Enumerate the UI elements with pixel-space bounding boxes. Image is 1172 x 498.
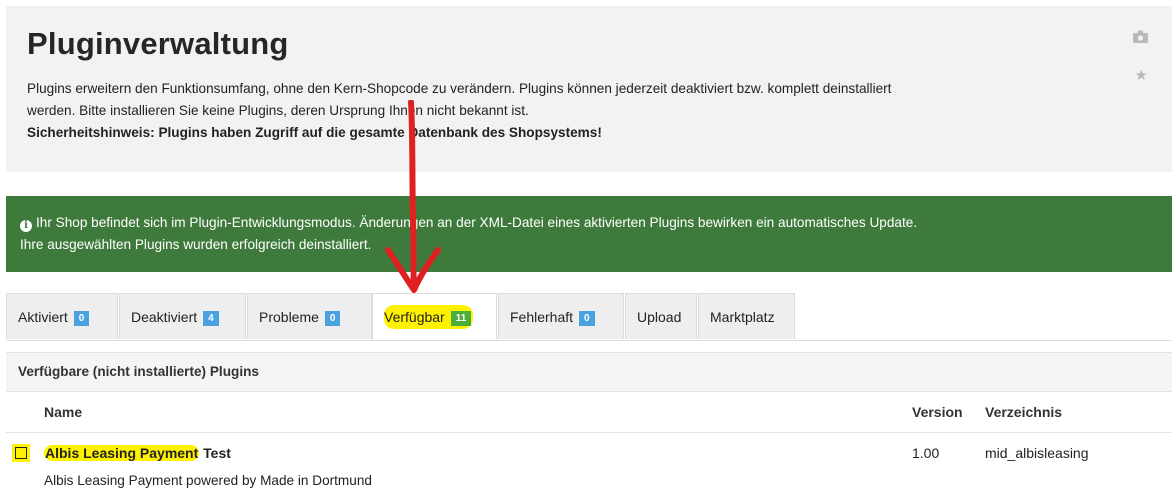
plugin-description: Albis Leasing Payment powered by Made in… (44, 473, 372, 488)
row-checkbox[interactable] (15, 447, 27, 459)
tab-aktiviert[interactable]: Aktiviert 0 (6, 293, 118, 339)
table-header-divider (6, 432, 1172, 433)
tab-label: Upload (637, 309, 682, 325)
tab-fehlerhaft[interactable]: Fehlerhaft 0 (498, 293, 624, 339)
page-description: Plugins erweitern den Funktionsumfang, o… (27, 78, 1057, 144)
plugin-name-highlighted: Albis Leasing Payment (44, 445, 200, 461)
tab-label: Verfügbar (384, 309, 445, 325)
tab-marktplatz[interactable]: Marktplatz (698, 293, 795, 339)
description-line-1: Plugins erweitern den Funktionsumfang, o… (27, 81, 892, 96)
plugin-directory: mid_albisleasing (985, 445, 1089, 461)
tab-label: Fehlerhaft (510, 309, 574, 325)
info-icon: i (20, 220, 32, 232)
description-line-2: werden. Bitte installieren Sie keine Plu… (27, 103, 529, 118)
page-header: Pluginverwaltung Plugins erweitern den F… (6, 6, 1172, 172)
count-badge: 4 (203, 311, 219, 326)
tab-verfuegbar[interactable]: Verfügbar 11 (372, 293, 497, 340)
column-header-name[interactable]: Name (44, 404, 82, 420)
tab-label: Probleme (259, 309, 319, 325)
tab-label: Deaktiviert (131, 309, 198, 325)
tab-probleme[interactable]: Probleme 0 (247, 293, 372, 339)
annotation-arrow (385, 100, 441, 293)
panel-title: Verfügbare (nicht installierte) Plugins (18, 364, 259, 379)
count-badge: 0 (73, 311, 90, 326)
tab-upload[interactable]: Upload (625, 293, 697, 339)
column-header-directory[interactable]: Verzeichnis (985, 404, 1062, 420)
tab-label: Marktplatz (710, 309, 775, 325)
panel-heading: Verfügbare (nicht installierte) Plugins (6, 352, 1172, 392)
alert-line-1: Ihr Shop befindet sich im Plugin-Entwick… (36, 215, 918, 230)
security-note: Sicherheitshinweis: Plugins haben Zugrif… (27, 125, 602, 140)
alert-line-2: Ihre ausgewählten Plugins wurden erfolgr… (20, 237, 372, 252)
count-badge: 11 (450, 311, 472, 326)
tab-divider (6, 340, 1172, 341)
plugin-version: 1.00 (912, 445, 940, 461)
plugin-name-rest: Test (199, 445, 231, 461)
dev-mode-alert: i Ihr Shop befindet sich im Plugin-Entwic… (6, 196, 1172, 272)
count-badge: 0 (324, 311, 341, 326)
page-title: Pluginverwaltung (27, 26, 289, 61)
column-header-version[interactable]: Version (912, 404, 963, 420)
star-icon[interactable]: ★ (1135, 66, 1148, 84)
plugin-name: Albis Leasing Payment Test (44, 445, 231, 461)
tab-deaktiviert[interactable]: Deaktiviert 4 (119, 293, 246, 339)
camera-icon[interactable] (1133, 30, 1148, 47)
tab-label: Aktiviert (18, 309, 68, 325)
count-badge: 0 (579, 311, 595, 326)
